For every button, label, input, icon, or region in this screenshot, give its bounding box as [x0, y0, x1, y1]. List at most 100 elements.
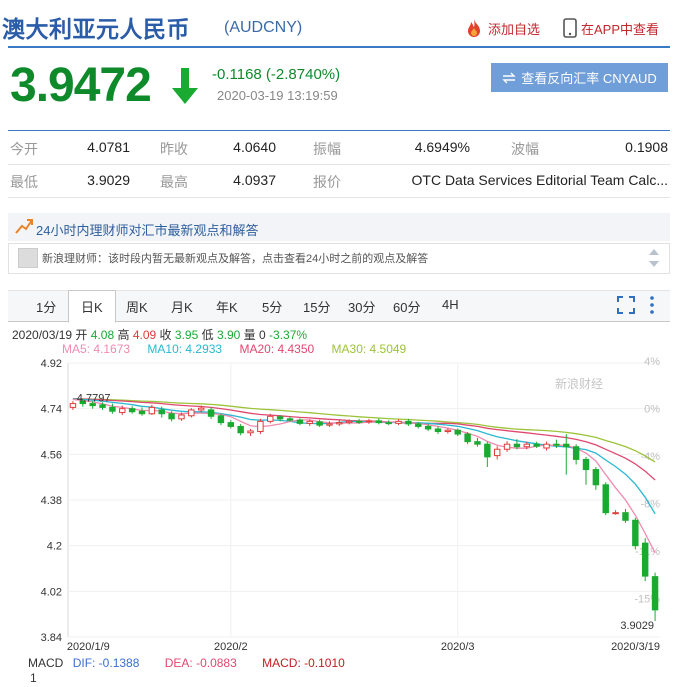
candle-body: [158, 409, 165, 415]
candle-body: [592, 469, 600, 486]
label-low: 最低: [10, 174, 38, 190]
tab-4h[interactable]: 4H: [442, 297, 459, 312]
y-tick-label: 4.74: [41, 404, 62, 416]
value-range: 0.1908: [625, 139, 668, 155]
candle-body: [405, 420, 412, 425]
ohlc-open: 4.08: [90, 328, 115, 342]
ohlc-close: 3.95: [174, 328, 199, 342]
candle-body: [276, 416, 284, 420]
macd-readout: MACD DIF: -0.1388 DEA: -0.0883 MACD: -0.…: [28, 656, 345, 670]
add-favorite-button[interactable]: 添加自选: [464, 18, 540, 38]
ohlc-vol: 0: [259, 328, 266, 342]
label-amplitude: 振幅: [313, 141, 341, 157]
value-high: 4.0937: [233, 172, 276, 188]
value-low: 3.9029: [87, 172, 130, 188]
quote-time: 2020-03-19 13:19:59: [217, 88, 338, 103]
candle-body: [464, 433, 471, 443]
macd-label: MACD: [28, 656, 64, 670]
ma20-value: MA20: 4.4350: [239, 342, 315, 356]
label-range: 波幅: [511, 141, 539, 157]
add-favorite-label: 添加自选: [488, 21, 541, 37]
tab-15min[interactable]: 15分: [303, 297, 330, 316]
x-tick-label: 2020/1/9: [67, 641, 110, 653]
down-arrow-icon: [172, 68, 198, 104]
view-in-app-label: 在APP中查看: [581, 21, 660, 37]
candle: [247, 428, 254, 437]
candle: [395, 419, 402, 426]
tab-month-k[interactable]: 月K: [171, 297, 193, 316]
reverse-rate-label: 查看反向汇率 CNYAUD: [521, 71, 657, 86]
candle-body: [237, 425, 244, 434]
ohlc-high: 4.09: [132, 328, 157, 342]
swap-icon: [502, 72, 516, 83]
candle: [602, 482, 609, 516]
candle-body: [622, 512, 629, 521]
x-tick-label: 2020/3/19: [611, 641, 660, 653]
ma5-value: MA5: 4.1673: [62, 342, 131, 356]
tab-year-k[interactable]: 年K: [216, 297, 238, 316]
ohlc-readout: 2020/03/19 开 4.08 高 4.09 收 3.95 低 3.90 量…: [12, 326, 307, 343]
candle-body: [227, 422, 235, 427]
fullscreen-icon[interactable]: [617, 296, 635, 314]
y-tick-label: 4.2: [47, 541, 62, 553]
tab-1min[interactable]: 1分: [36, 297, 56, 316]
quote-table: 今开 4.0781 昨收 4.0640 振幅 4.6949% 波幅 0.1908…: [8, 130, 670, 198]
advisor-headline[interactable]: 24小时内理财师对汇市最新观点和解答: [36, 220, 258, 239]
candle-body: [503, 443, 511, 450]
value-amplitude: 4.6949%: [414, 139, 470, 155]
scroll-arrows-icon[interactable]: [648, 247, 660, 269]
candle: [296, 418, 304, 426]
candle-body: [612, 512, 619, 515]
high-price-label: 4.7797: [77, 393, 111, 405]
currency-code: (AUDCNY): [224, 19, 303, 36]
candle: [375, 418, 383, 425]
y-tick-label: 4.56: [41, 449, 62, 461]
candle-body: [188, 409, 195, 417]
tab-60min[interactable]: 60分: [393, 297, 420, 316]
candle-body: [543, 443, 550, 449]
candle-body: [553, 443, 560, 446]
y-tick-label: 4.02: [41, 586, 62, 598]
candle: [257, 418, 264, 435]
candle: [365, 418, 373, 424]
macd-value: MACD: -0.1010: [262, 656, 345, 670]
candle-body: [345, 420, 353, 424]
candle: [434, 426, 442, 435]
candle-body: [286, 418, 294, 421]
candle-body: [128, 408, 136, 413]
tab-day-k[interactable]: 日K: [81, 297, 103, 316]
tab-30min[interactable]: 30分: [348, 297, 375, 316]
reverse-rate-button[interactable]: 查看反向汇率 CNYAUD: [491, 63, 668, 92]
label-prev-close: 昨收: [160, 141, 188, 157]
candle: [109, 403, 116, 414]
tab-week-k[interactable]: 周K: [126, 297, 148, 316]
advisor-message[interactable]: 新浪理财师：该时段内暂无最新观点及解答，点击查看24小时之前的观点及解答: [42, 250, 428, 266]
macd-dif: DIF: -0.1388: [72, 656, 140, 670]
candle: [336, 420, 343, 426]
candle: [227, 420, 235, 429]
y-tick-label: 3.84: [41, 632, 62, 644]
ohlc-low: 3.90: [216, 328, 241, 342]
ohlc-open-label: 开: [75, 328, 88, 342]
kline-chart[interactable]: 4.924.744.564.384.24.023.84 4%0%-4%-8%-1…: [0, 355, 676, 655]
candle: [474, 437, 481, 447]
candle-body: [99, 404, 106, 408]
price-change: -0.1168 (-2.8740%): [212, 66, 341, 83]
more-menu-icon[interactable]: [648, 295, 656, 315]
candle-body: [582, 458, 590, 471]
view-in-app-button[interactable]: 在APP中查看: [563, 18, 659, 38]
candle-body: [513, 443, 521, 448]
candle-body: [434, 428, 442, 432]
candle-body: [641, 542, 649, 577]
candle-body: [257, 420, 264, 433]
label-high: 最高: [160, 174, 188, 190]
ma30-value: MA30: 4.5049: [331, 342, 407, 356]
tab-5min[interactable]: 5分: [262, 297, 282, 316]
value-prev-close: 4.0640: [233, 139, 276, 155]
candle-body: [119, 408, 126, 413]
x-tick-label: 2020/3: [441, 641, 475, 653]
candle-body: [602, 484, 609, 514]
candle: [484, 441, 491, 468]
pct-tick-label: 0%: [644, 404, 660, 416]
candle: [188, 408, 195, 418]
